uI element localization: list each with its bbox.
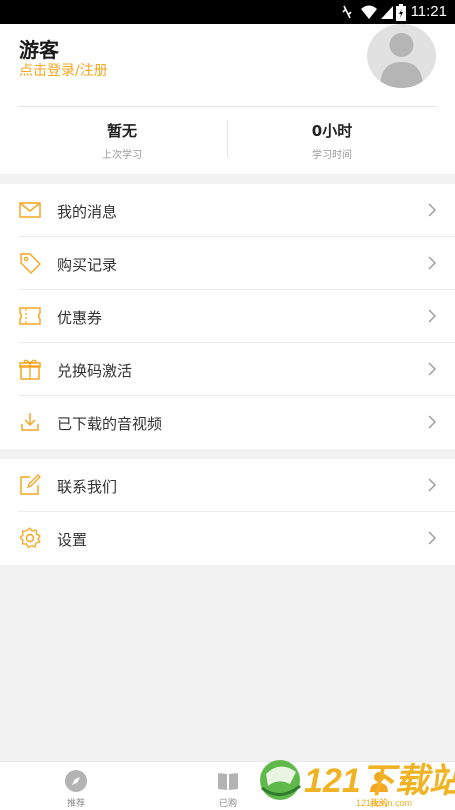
- gear-icon: [19, 527, 41, 549]
- stat-value: 暂无: [106, 122, 137, 140]
- mail-icon: [19, 202, 41, 218]
- status-time: 11:21: [410, 3, 447, 20]
- coupon-icon: [19, 307, 41, 325]
- chevron-right-icon: [428, 256, 436, 270]
- tab-recommend[interactable]: 推荐: [0, 762, 152, 810]
- watermark-globe-icon: 121下载站 121down.com: [260, 760, 455, 808]
- menu-item-label: 已下载的音视频: [57, 415, 163, 433]
- menu-item-label: 兑换码激活: [57, 362, 133, 380]
- menu-item-settings[interactable]: 设置: [0, 512, 455, 565]
- book-icon: [218, 773, 238, 790]
- menu-item-label: 联系我们: [57, 478, 118, 496]
- menu-group-account: 我的消息 购买记录 优惠券 兑换码激活 已下载的音视频: [0, 184, 455, 449]
- default-avatar-icon: [380, 33, 423, 88]
- watermark-subtext: 121down.com: [356, 798, 412, 808]
- menu-item-messages[interactable]: 我的消息: [0, 184, 455, 237]
- chevron-right-icon: [428, 203, 436, 217]
- stat-study-time: 0小时 学习时间: [225, 120, 439, 161]
- menu-item-coupons[interactable]: 优惠券: [0, 290, 455, 343]
- menu-item-label: 优惠券: [57, 309, 103, 327]
- watermark-logo: 121下载站 121down.com: [256, 750, 455, 810]
- stat-last-study: 暂无 上次学习: [15, 120, 229, 161]
- menu-item-label: 我的消息: [57, 203, 118, 221]
- login-register-link[interactable]: 点击登录/注册: [19, 60, 108, 80]
- watermark-text: 121下载站: [304, 762, 455, 800]
- menu-item-label: 购买记录: [57, 256, 118, 274]
- username: 游客: [19, 38, 59, 62]
- chevron-right-icon: [428, 309, 436, 323]
- profile-divider: [18, 106, 436, 107]
- battery-icon: [396, 4, 406, 21]
- menu-item-downloads[interactable]: 已下载的音视频: [0, 396, 455, 449]
- download-icon: [21, 413, 39, 431]
- menu-item-contact-us[interactable]: 联系我们: [0, 459, 455, 512]
- compass-icon: [65, 770, 87, 792]
- profile-card: 游客 点击登录/注册 暂无 上次学习 0小时 学习时间: [0, 24, 455, 174]
- avatar[interactable]: [367, 24, 436, 88]
- tab-label: 推荐: [66, 799, 85, 809]
- menu-item-label: 设置: [57, 531, 88, 549]
- status-bar: 11:21: [0, 0, 455, 24]
- gift-icon: [19, 359, 41, 380]
- chevron-right-icon: [428, 415, 436, 429]
- stat-label: 上次学习: [102, 150, 142, 161]
- vibrate-off-icon: [342, 5, 352, 19]
- menu-item-purchase-history[interactable]: 购买记录: [0, 237, 455, 290]
- stat-value: 0小时: [311, 122, 353, 140]
- signal-icon: [381, 6, 393, 19]
- chevron-right-icon: [428, 362, 436, 376]
- chevron-right-icon: [428, 531, 436, 545]
- chevron-right-icon: [428, 478, 436, 492]
- stat-label: 学习时间: [312, 150, 352, 161]
- menu-item-redeem-code[interactable]: 兑换码激活: [0, 343, 455, 396]
- edit-icon: [20, 474, 41, 495]
- menu-group-support: 联系我们 设置: [0, 459, 455, 565]
- wifi-icon: [361, 5, 377, 19]
- tag-icon: [20, 253, 41, 274]
